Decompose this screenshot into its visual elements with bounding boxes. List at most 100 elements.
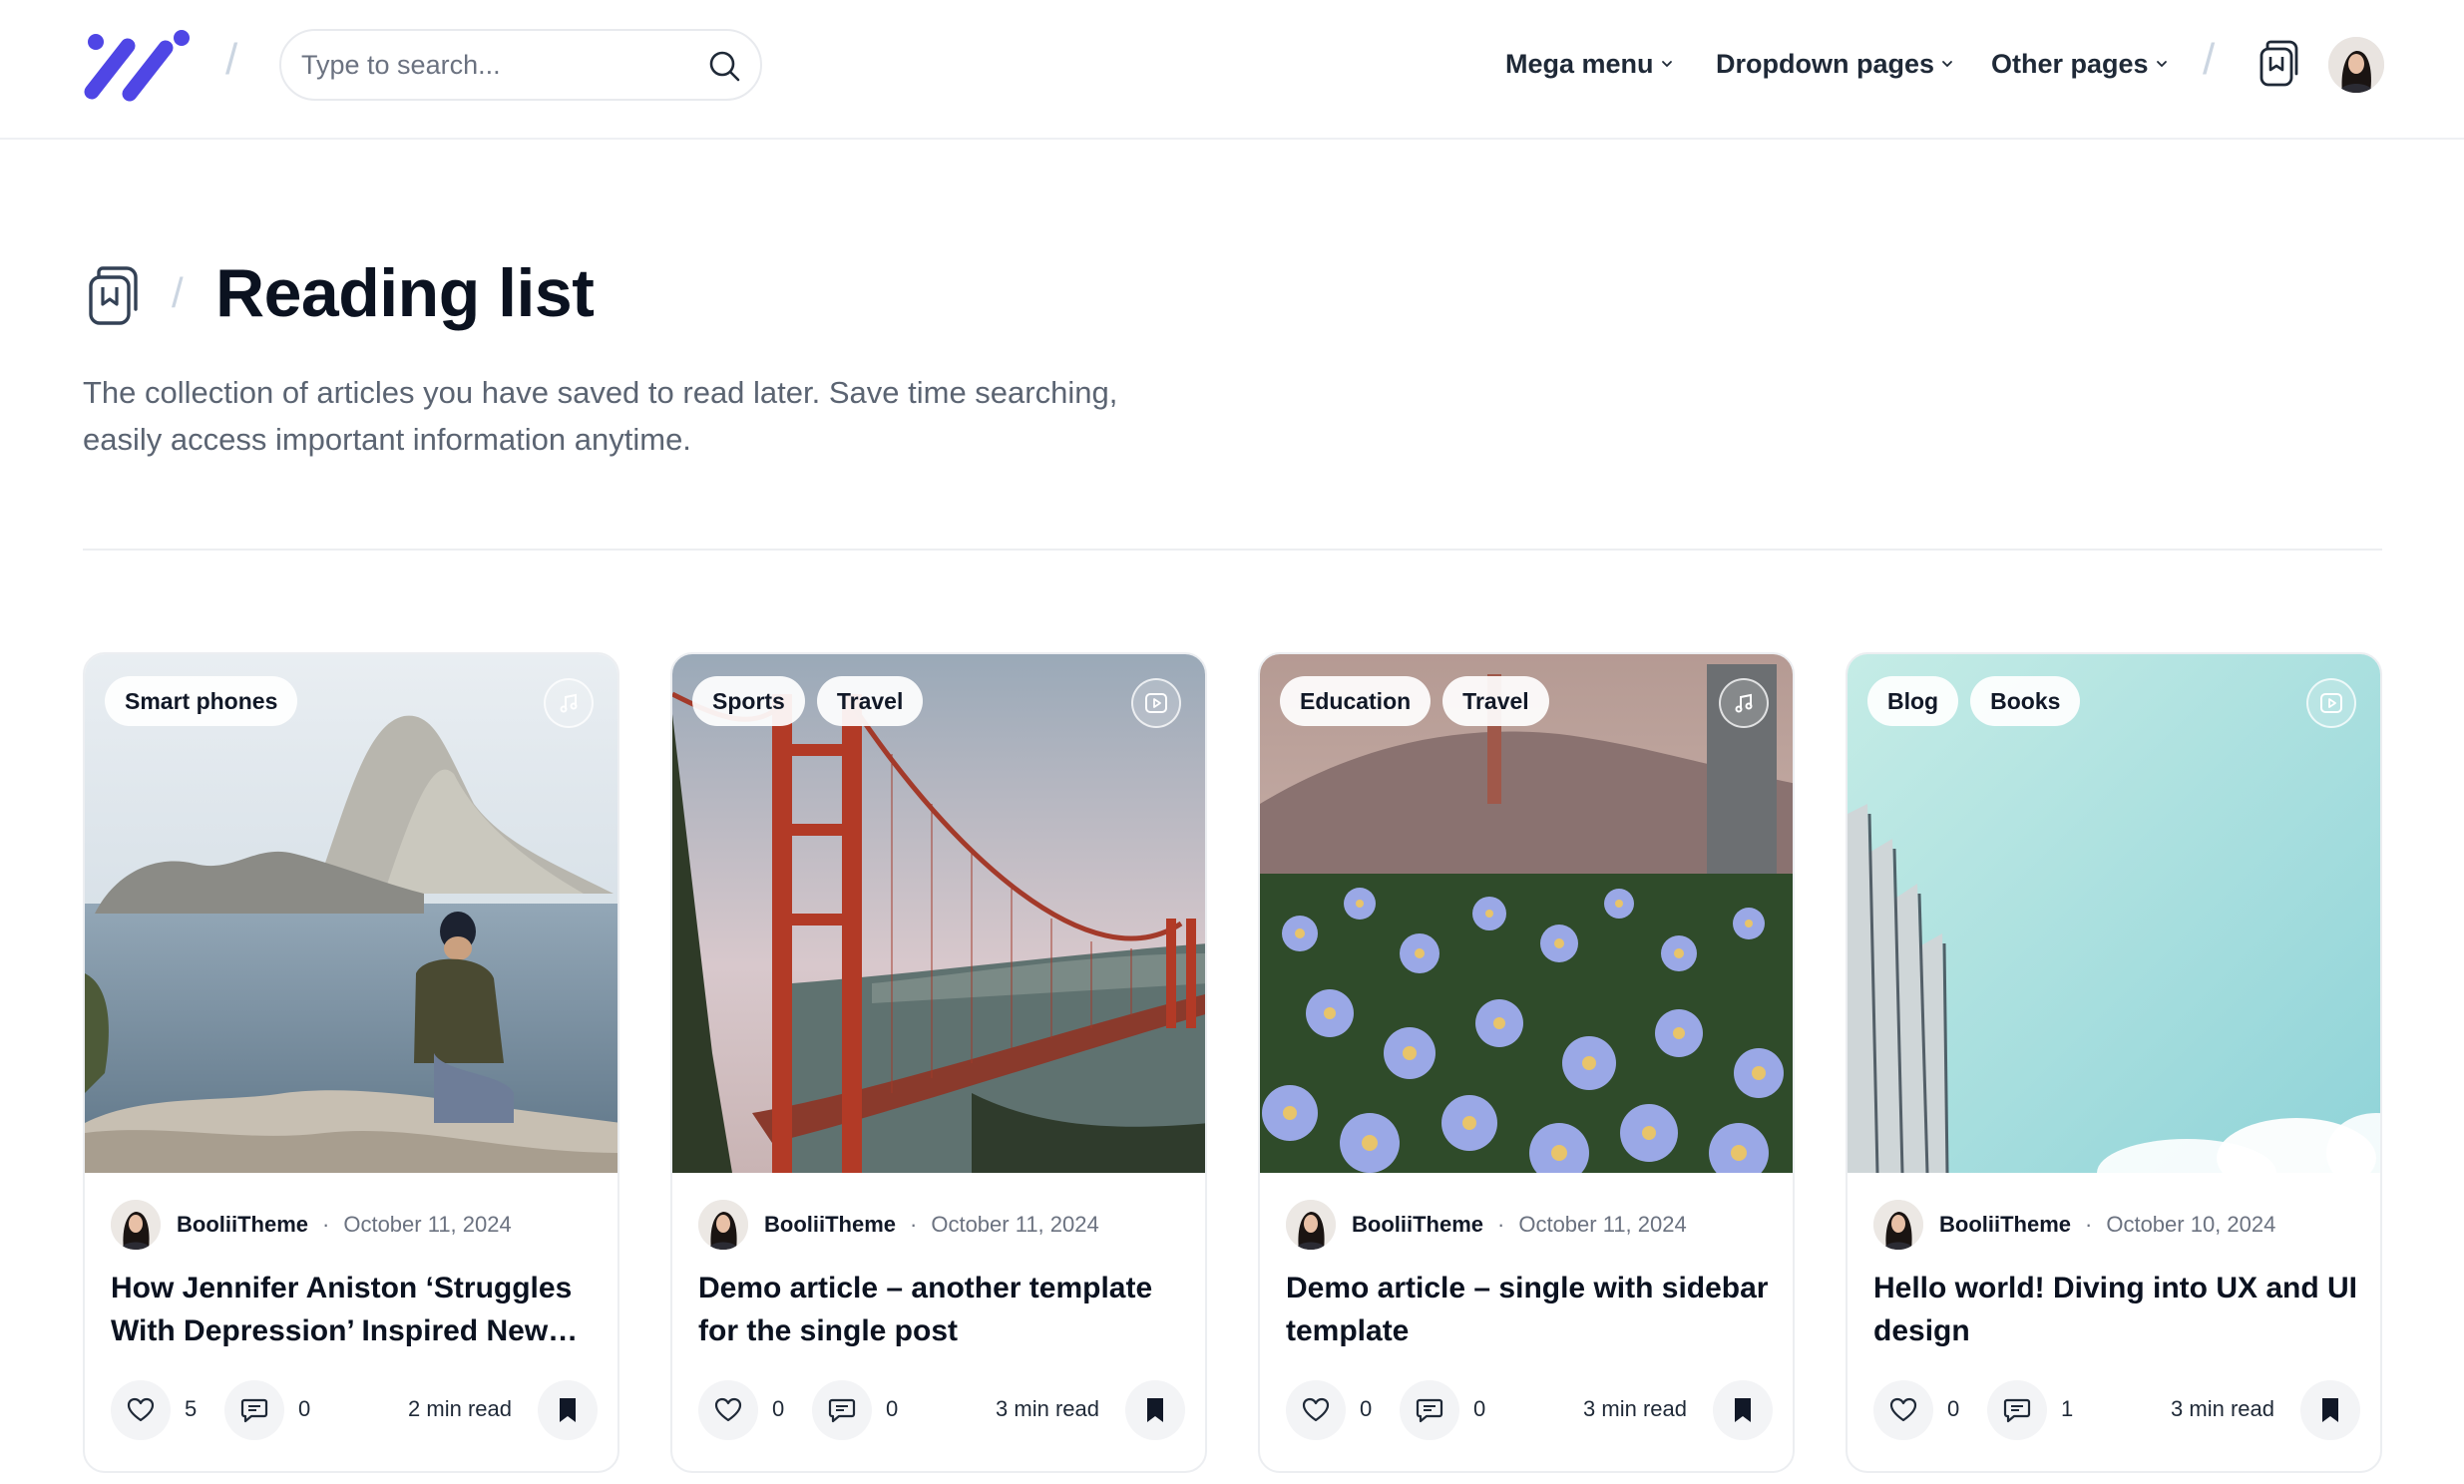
comment-count: 0 — [298, 1396, 311, 1421]
comment-button[interactable] — [1400, 1380, 1459, 1440]
chevron-down-icon — [1661, 61, 1672, 68]
article-thumbnail[interactable] — [1848, 654, 2380, 1173]
like-button[interactable] — [1873, 1380, 1933, 1440]
bookmark-button[interactable] — [1713, 1380, 1773, 1440]
user-avatar[interactable] — [2328, 37, 2384, 93]
site-header: / Mega menu Dropdown pages Other pages / — [0, 0, 2464, 140]
author-avatar[interactable] — [1286, 1200, 1336, 1250]
category-tag[interactable]: Books — [1970, 676, 2081, 726]
heart-icon — [1889, 1397, 1917, 1422]
article-card: Blog Books BooliiTheme · October 10, 202… — [1846, 652, 2382, 1473]
article-actions: 0 0 3 min read — [1286, 1380, 1773, 1442]
article-actions: 0 1 3 min read — [1873, 1380, 2360, 1442]
search-icon[interactable] — [706, 48, 742, 84]
comment-button[interactable] — [224, 1380, 284, 1440]
chevron-down-icon — [2156, 61, 2167, 68]
bookmark-icon — [2322, 1398, 2338, 1422]
tag-list: Sports Travel — [692, 676, 924, 726]
category-tag[interactable]: Travel — [1442, 676, 1549, 726]
heart-icon — [127, 1397, 155, 1422]
play-video-icon[interactable] — [1131, 678, 1181, 728]
play-video-icon[interactable] — [2306, 678, 2356, 728]
like-count: 0 — [1360, 1396, 1373, 1421]
article-title[interactable]: Demo article – single with sidebar templ… — [1286, 1267, 1775, 1352]
publish-date: October 10, 2024 — [2106, 1212, 2276, 1237]
category-tag[interactable]: Education — [1280, 676, 1432, 726]
category-tag[interactable]: Smart phones — [105, 676, 298, 726]
article-meta: BooliiTheme · October 11, 2024 — [1286, 1199, 1687, 1251]
article-title[interactable]: Demo article – another template for the … — [698, 1267, 1187, 1352]
category-tag[interactable]: Sports — [692, 676, 805, 726]
like-button[interactable] — [698, 1380, 758, 1440]
bridge-photo — [672, 654, 1205, 1173]
read-time: 3 min read — [1583, 1396, 1687, 1421]
nav-other-pages[interactable]: Other pages — [1991, 44, 2169, 84]
nav-label: Dropdown pages — [1716, 48, 1935, 79]
bookmark-button[interactable] — [2300, 1380, 2360, 1440]
author-avatar[interactable] — [111, 1200, 161, 1250]
nav-dropdown-pages[interactable]: Dropdown pages — [1716, 44, 1954, 84]
article-meta: BooliiTheme · October 11, 2024 — [698, 1199, 1099, 1251]
section-divider — [83, 549, 2382, 551]
tag-list: Blog Books — [1867, 676, 2081, 726]
article-title[interactable]: How Jennifer Aniston ‘Struggles With Dep… — [111, 1267, 600, 1352]
read-time: 3 min read — [996, 1396, 1099, 1421]
like-button[interactable] — [111, 1380, 171, 1440]
bookmark-button[interactable] — [538, 1380, 598, 1440]
read-time: 3 min read — [2171, 1396, 2274, 1421]
author-avatar[interactable] — [1873, 1200, 1923, 1250]
island-photo — [85, 654, 617, 1173]
meta-separator: · — [910, 1212, 918, 1237]
author-name[interactable]: BooliiTheme — [1939, 1212, 2071, 1238]
author-name[interactable]: BooliiTheme — [764, 1212, 896, 1238]
article-thumbnail[interactable] — [672, 654, 1205, 1173]
article-card: Sports Travel BooliiTheme · October 11, … — [670, 652, 1207, 1473]
breadcrumb-divider: / — [172, 269, 184, 316]
comment-count: 0 — [886, 1396, 899, 1421]
comment-count: 0 — [1473, 1396, 1486, 1421]
search-box — [279, 29, 762, 101]
header-divider: / — [225, 35, 238, 84]
meta-separator: · — [322, 1212, 330, 1237]
chevron-down-icon — [1942, 61, 1952, 68]
tag-list: Education Travel — [1280, 676, 1549, 726]
author-name[interactable]: BooliiTheme — [1352, 1212, 1483, 1238]
comment-icon — [1416, 1398, 1443, 1423]
tag-list: Smart phones — [105, 676, 298, 726]
article-thumbnail[interactable] — [1260, 654, 1793, 1173]
bookmark-icon — [560, 1398, 576, 1422]
meta-separator: · — [2085, 1212, 2093, 1237]
comment-icon — [240, 1398, 268, 1423]
heart-icon — [714, 1397, 742, 1422]
reading-list-icon[interactable] — [2257, 40, 2300, 88]
publish-date: October 11, 2024 — [931, 1212, 1099, 1237]
building-sky-photo — [1848, 654, 2380, 1173]
comment-button[interactable] — [812, 1380, 872, 1440]
bookmark-button[interactable] — [1125, 1380, 1185, 1440]
search-input[interactable] — [301, 31, 690, 99]
article-thumbnail[interactable] — [85, 654, 617, 1173]
site-logo[interactable] — [82, 24, 194, 104]
author-avatar[interactable] — [698, 1200, 748, 1250]
publish-date: October 11, 2024 — [1518, 1212, 1687, 1237]
reading-list-icon — [89, 266, 138, 325]
music-note-icon[interactable] — [1719, 678, 1769, 728]
article-title[interactable]: Hello world! Diving into UX and UI desig… — [1873, 1267, 2362, 1352]
author-name[interactable]: BooliiTheme — [177, 1212, 308, 1238]
like-button[interactable] — [1286, 1380, 1346, 1440]
publish-date: October 11, 2024 — [343, 1212, 512, 1237]
nav-label: Other pages — [1991, 48, 2149, 79]
music-note-icon[interactable] — [544, 678, 594, 728]
nav-label: Mega menu — [1505, 48, 1654, 79]
article-meta: BooliiTheme · October 11, 2024 — [111, 1199, 512, 1251]
article-card: Smart phones BooliiTheme · October 11, 2… — [83, 652, 619, 1473]
comment-count: 1 — [2061, 1396, 2074, 1421]
comment-button[interactable] — [1987, 1380, 2047, 1440]
category-tag[interactable]: Travel — [816, 676, 924, 726]
article-actions: 5 0 2 min read — [111, 1380, 598, 1442]
nav-mega-menu[interactable]: Mega menu — [1505, 44, 1674, 84]
flowers-photo — [1260, 654, 1793, 1173]
comment-icon — [2003, 1398, 2031, 1423]
category-tag[interactable]: Blog — [1867, 676, 1959, 726]
like-count: 0 — [1947, 1396, 1960, 1421]
